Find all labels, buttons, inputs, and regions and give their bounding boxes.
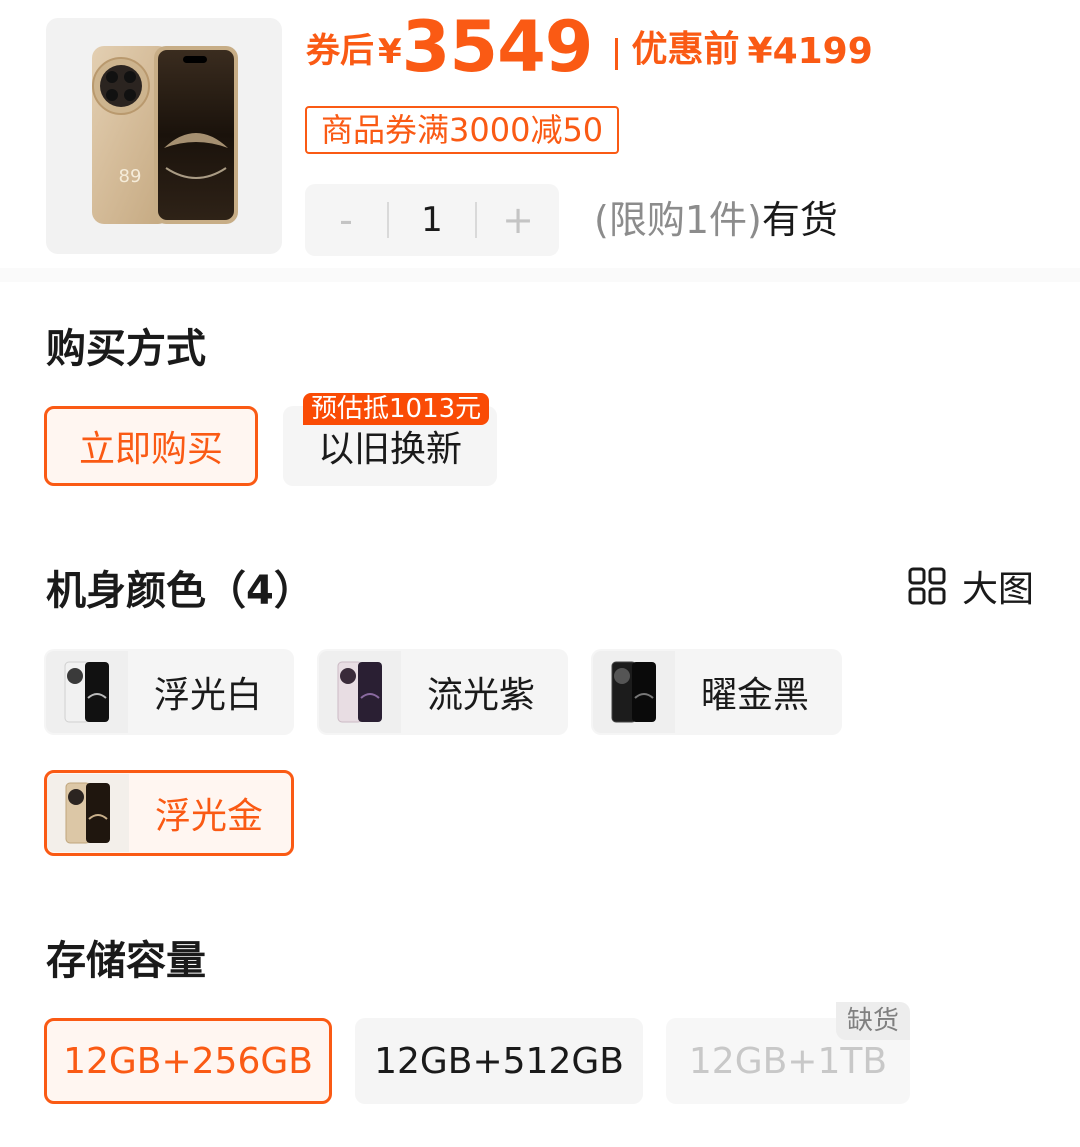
color-label: 流光紫: [427, 675, 536, 716]
svg-text:89: 89: [119, 166, 142, 187]
storage-label: 12GB+1TB: [688, 1040, 888, 1082]
stock-status: 有货: [761, 198, 838, 242]
purchase-limit: (限购1件): [594, 198, 762, 242]
option-label: 立即购买: [78, 429, 223, 470]
quantity-value[interactable]: 1: [389, 200, 475, 240]
color-title: 机身颜色（4）: [46, 568, 314, 614]
price-before-value: ¥4199: [747, 31, 873, 72]
phone-image: 89: [92, 46, 238, 224]
increment-button[interactable]: +: [477, 184, 559, 256]
color-option-black[interactable]: 曜金黑: [591, 649, 842, 735]
decrement-button[interactable]: -: [305, 184, 387, 256]
storage-label: 12GB+512GB: [374, 1040, 624, 1082]
storage-label: 12GB+256GB: [63, 1040, 313, 1082]
color-label: 曜金黑: [701, 675, 810, 716]
price-row: 券后 ¥ 3549 优惠前 ¥4199: [306, 6, 873, 82]
option-buy-now[interactable]: 立即购买: [44, 406, 258, 486]
color-label: 浮光白: [154, 675, 263, 716]
storage-option-256gb[interactable]: 12GB+256GB: [44, 1018, 332, 1104]
coupon-tag[interactable]: 商品券满3000减50: [305, 106, 620, 154]
storage-option-512gb[interactable]: 12GB+512GB: [355, 1018, 643, 1104]
stock-info: (限购1件)有货: [594, 196, 838, 244]
currency-symbol: ¥: [378, 32, 402, 72]
trade-in-estimate-badge: 预估抵1013元: [303, 393, 490, 425]
purchase-method-title: 购买方式: [46, 326, 206, 372]
color-option-white[interactable]: 浮光白: [44, 649, 294, 735]
price-before-label: 优惠前: [631, 29, 740, 70]
price-after-coupon: 3549: [401, 6, 594, 88]
color-swatch-image: [47, 774, 129, 852]
storage-title: 存储容量: [46, 938, 206, 984]
big-picture-toggle[interactable]: 大图: [908, 560, 1034, 612]
color-option-purple[interactable]: 流光紫: [317, 649, 568, 735]
out-of-stock-badge: 缺货: [836, 1002, 910, 1040]
color-label: 浮光金: [155, 796, 264, 837]
product-image[interactable]: 89: [46, 18, 282, 254]
price-divider: [614, 38, 618, 70]
grid-icon: [908, 567, 946, 605]
option-label: 以旧换新: [317, 429, 462, 470]
color-option-gold[interactable]: 浮光金: [44, 770, 294, 856]
quantity-stepper: - 1 +: [305, 184, 559, 256]
big-picture-label: 大图: [962, 569, 1035, 610]
product-spec-panel: 89 券后 ¥ 3549 优惠前 ¥4199 商品券满3000减50 - 1 +…: [0, 0, 1080, 1147]
color-swatch-image: [46, 651, 128, 733]
section-divider: [0, 268, 1080, 282]
coupon-after-label: 券后: [306, 31, 374, 71]
color-swatch-image: [593, 651, 675, 733]
color-swatch-image: [319, 651, 401, 733]
